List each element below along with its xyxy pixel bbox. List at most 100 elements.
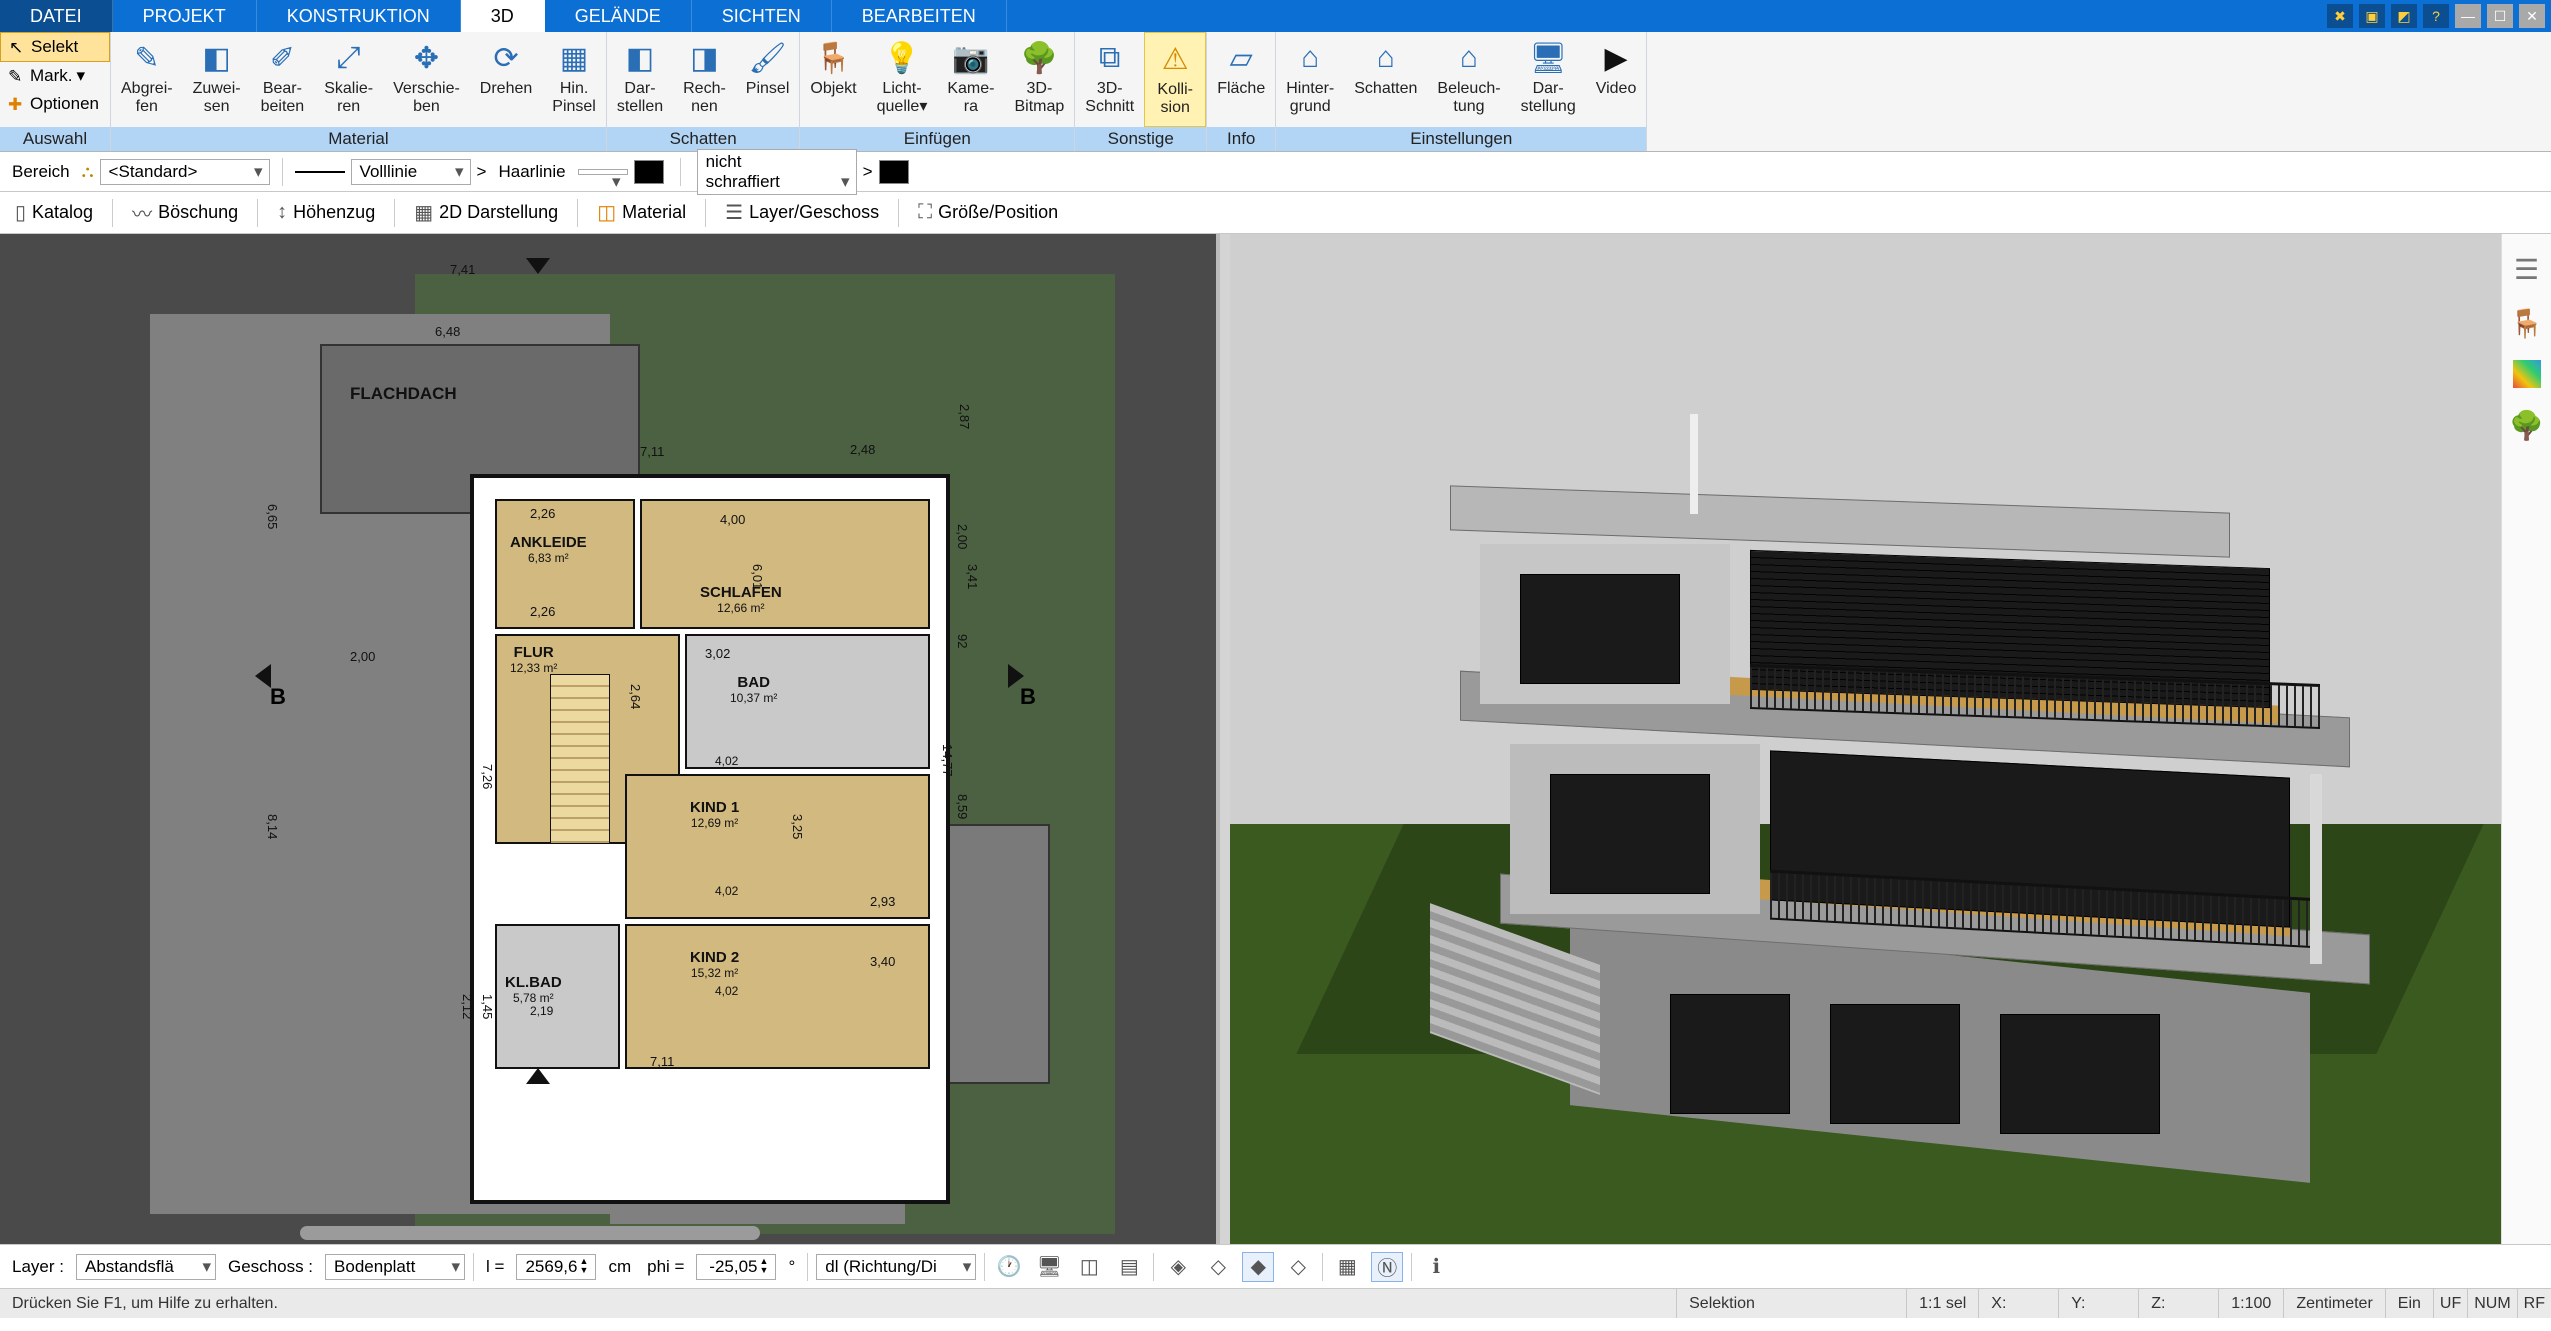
package-icon[interactable]: ▣: [2359, 4, 2385, 28]
view-splitter[interactable]: [1220, 234, 1230, 1244]
calc-icon: ◨: [684, 38, 724, 78]
hoehenzug-button[interactable]: ↕Höhenzug: [266, 196, 386, 229]
selekt-button[interactable]: ↖Selekt: [0, 32, 110, 62]
material-drehen[interactable]: ⟳Drehen: [470, 32, 542, 127]
tree-icon: 🌳: [1019, 38, 1059, 78]
material-verschieben[interactable]: ✥Verschie-ben: [383, 32, 470, 127]
menu-bearbeiten[interactable]: BEARBEITEN: [832, 0, 1007, 32]
linetype-select[interactable]: Volllinie: [351, 159, 471, 185]
material-hinpinsel[interactable]: ▦Hin.Pinsel: [542, 32, 606, 127]
dim-859: 8,59: [955, 794, 970, 819]
dim-325: 3,25: [790, 814, 805, 839]
line-color-swatch[interactable]: [634, 160, 664, 184]
dim-665: 6,65: [265, 504, 280, 529]
2d-hscrollbar[interactable]: [300, 1226, 760, 1240]
dim-212: 2,12: [460, 994, 475, 1019]
bereich-select[interactable]: <Standard>: [100, 159, 270, 185]
schatten-rechnen[interactable]: ◨Rech-nen: [673, 32, 736, 127]
dim-648: 6,48: [435, 324, 460, 339]
sonstige-kollision[interactable]: ⚠Kolli-sion: [1144, 32, 1206, 127]
group-label-einfuegen: Einfügen: [800, 127, 1074, 151]
einfuegen-objekt[interactable]: 🪑Objekt: [800, 32, 866, 127]
lineweight-select[interactable]: [578, 169, 628, 175]
material-skalieren[interactable]: ⤢Skalie-ren: [314, 32, 383, 127]
tools-icon[interactable]: ✖: [2327, 4, 2353, 28]
north-icon[interactable]: Ⓝ: [1371, 1252, 1403, 1282]
material-zuweisen[interactable]: ◧Zuwei-sen: [183, 32, 251, 127]
menu-3d[interactable]: 3D: [461, 0, 545, 32]
close-button[interactable]: ✕: [2519, 4, 2545, 28]
menu-sichten[interactable]: SICHTEN: [692, 0, 832, 32]
group-label-einstellungen: Einstellungen: [1276, 127, 1646, 151]
richtung-select[interactable]: dl (Richtung/Di: [816, 1254, 976, 1280]
hatch-color-swatch[interactable]: [879, 160, 909, 184]
layergeschoss-button[interactable]: ☰Layer/Geschoss: [714, 195, 890, 230]
material-button[interactable]: ◫Material: [586, 195, 697, 230]
snap4-icon[interactable]: ◇: [1282, 1252, 1314, 1282]
help-icon[interactable]: ?: [2423, 4, 2449, 28]
einst-schatten[interactable]: ⌂Schatten: [1344, 32, 1427, 127]
dim-402c: 4,02: [715, 984, 738, 998]
monitor-icon[interactable]: 🖥: [1033, 1252, 1065, 1282]
ribbon-group-auswahl: ↖Selekt ✎Mark.▾ ✚Optionen Auswahl: [0, 32, 111, 151]
kind1-label: KIND 112,69 m²: [690, 799, 739, 830]
2ddarstellung-button[interactable]: ▦2D Darstellung: [403, 195, 569, 230]
einst-darstellung[interactable]: 🖥Dar-stellung: [1511, 32, 1586, 127]
menu-file[interactable]: DATEI: [0, 0, 113, 32]
menu-gelaende[interactable]: GELÄNDE: [545, 0, 692, 32]
stack-icon[interactable]: ▤: [1113, 1252, 1145, 1282]
einst-beleuchtung[interactable]: ⌂Beleuch-tung: [1427, 32, 1510, 127]
2d-view[interactable]: FLACHDACH TERRASSEBF = 26,46 m² ANKLEIDE…: [0, 234, 1220, 1244]
rotate-icon: ⟳: [486, 38, 526, 78]
layer-select[interactable]: Abstandsflä: [76, 1254, 216, 1280]
dim-248: 2,48: [850, 442, 875, 457]
material-bearbeiten[interactable]: ✐Bear-beiten: [251, 32, 315, 127]
optionen-button[interactable]: ✚Optionen: [0, 90, 110, 118]
cm-label: cm: [604, 1257, 635, 1277]
flachdach-label: FLACHDACH: [350, 384, 457, 404]
schatten-darstellen[interactable]: ◧Dar-stellen: [607, 32, 673, 127]
dim-726: 7,26: [480, 764, 495, 789]
secondary-toolbar: ▯Katalog 〰Böschung ↕Höhenzug ▦2D Darstel…: [0, 192, 2551, 234]
einfuegen-lichtquelle[interactable]: 💡Licht-quelle▾: [867, 32, 938, 127]
hatch-select[interactable]: nicht schraffiert: [697, 149, 857, 195]
slope-icon: 〰: [132, 198, 152, 227]
assign-icon: ◧: [197, 38, 237, 78]
colors-panel-icon[interactable]: [2513, 360, 2541, 388]
3d-view[interactable]: [1230, 234, 2501, 1244]
einst-video[interactable]: ▶Video: [1586, 32, 1647, 127]
menu-konstruktion[interactable]: KONSTRUKTION: [257, 0, 461, 32]
geschoss-select[interactable]: Bodenplatt: [325, 1254, 465, 1280]
background-icon: ⌂: [1290, 38, 1330, 78]
menu-projekt[interactable]: PROJEKT: [113, 0, 257, 32]
snap3-icon[interactable]: ◆: [1242, 1252, 1274, 1282]
grid-icon[interactable]: ▦: [1331, 1252, 1363, 1282]
view-icon[interactable]: ◩: [2391, 4, 2417, 28]
klbad-label: KL.BAD5,78 m²: [505, 974, 562, 1005]
plants-panel-icon[interactable]: 🌳: [2510, 408, 2544, 442]
einfuegen-kamera[interactable]: 📷Kame-ra: [937, 32, 1004, 127]
snap1-icon[interactable]: ◈: [1162, 1252, 1194, 1282]
sonstige-3dschnitt[interactable]: ⧉3D-Schnitt: [1075, 32, 1144, 127]
katalog-button[interactable]: ▯Katalog: [4, 195, 104, 230]
dim-264: 2,64: [628, 684, 643, 709]
phi-input[interactable]: ▲▼: [696, 1254, 776, 1280]
groesseposition-button[interactable]: ⛶Größe/Position: [907, 196, 1069, 229]
einfuegen-3dbitmap[interactable]: 🌳3D-Bitmap: [1004, 32, 1074, 127]
l-input[interactable]: ▲▼: [516, 1254, 596, 1280]
dual-icon[interactable]: ◫: [1073, 1252, 1105, 1282]
ankleide-label: ANKLEIDE6,83 m²: [510, 534, 587, 565]
furniture-panel-icon[interactable]: 🪑: [2510, 306, 2544, 340]
minimize-button[interactable]: —: [2455, 4, 2481, 28]
mark-button[interactable]: ✎Mark.▾: [0, 62, 110, 90]
schatten-pinsel[interactable]: 🖌Pinsel: [736, 32, 800, 127]
maximize-button[interactable]: ☐: [2487, 4, 2513, 28]
info-icon[interactable]: ℹ: [1420, 1252, 1452, 1282]
clock-icon[interactable]: 🕐: [993, 1252, 1025, 1282]
material-abgreifen[interactable]: ✎Abgrei-fen: [111, 32, 183, 127]
boeschung-button[interactable]: 〰Böschung: [121, 193, 249, 232]
info-flaeche[interactable]: ▱Fläche: [1207, 32, 1275, 127]
einst-hintergrund[interactable]: ⌂Hinter-grund: [1276, 32, 1344, 127]
layers-panel-icon[interactable]: ☰: [2510, 252, 2544, 286]
snap2-icon[interactable]: ◇: [1202, 1252, 1234, 1282]
